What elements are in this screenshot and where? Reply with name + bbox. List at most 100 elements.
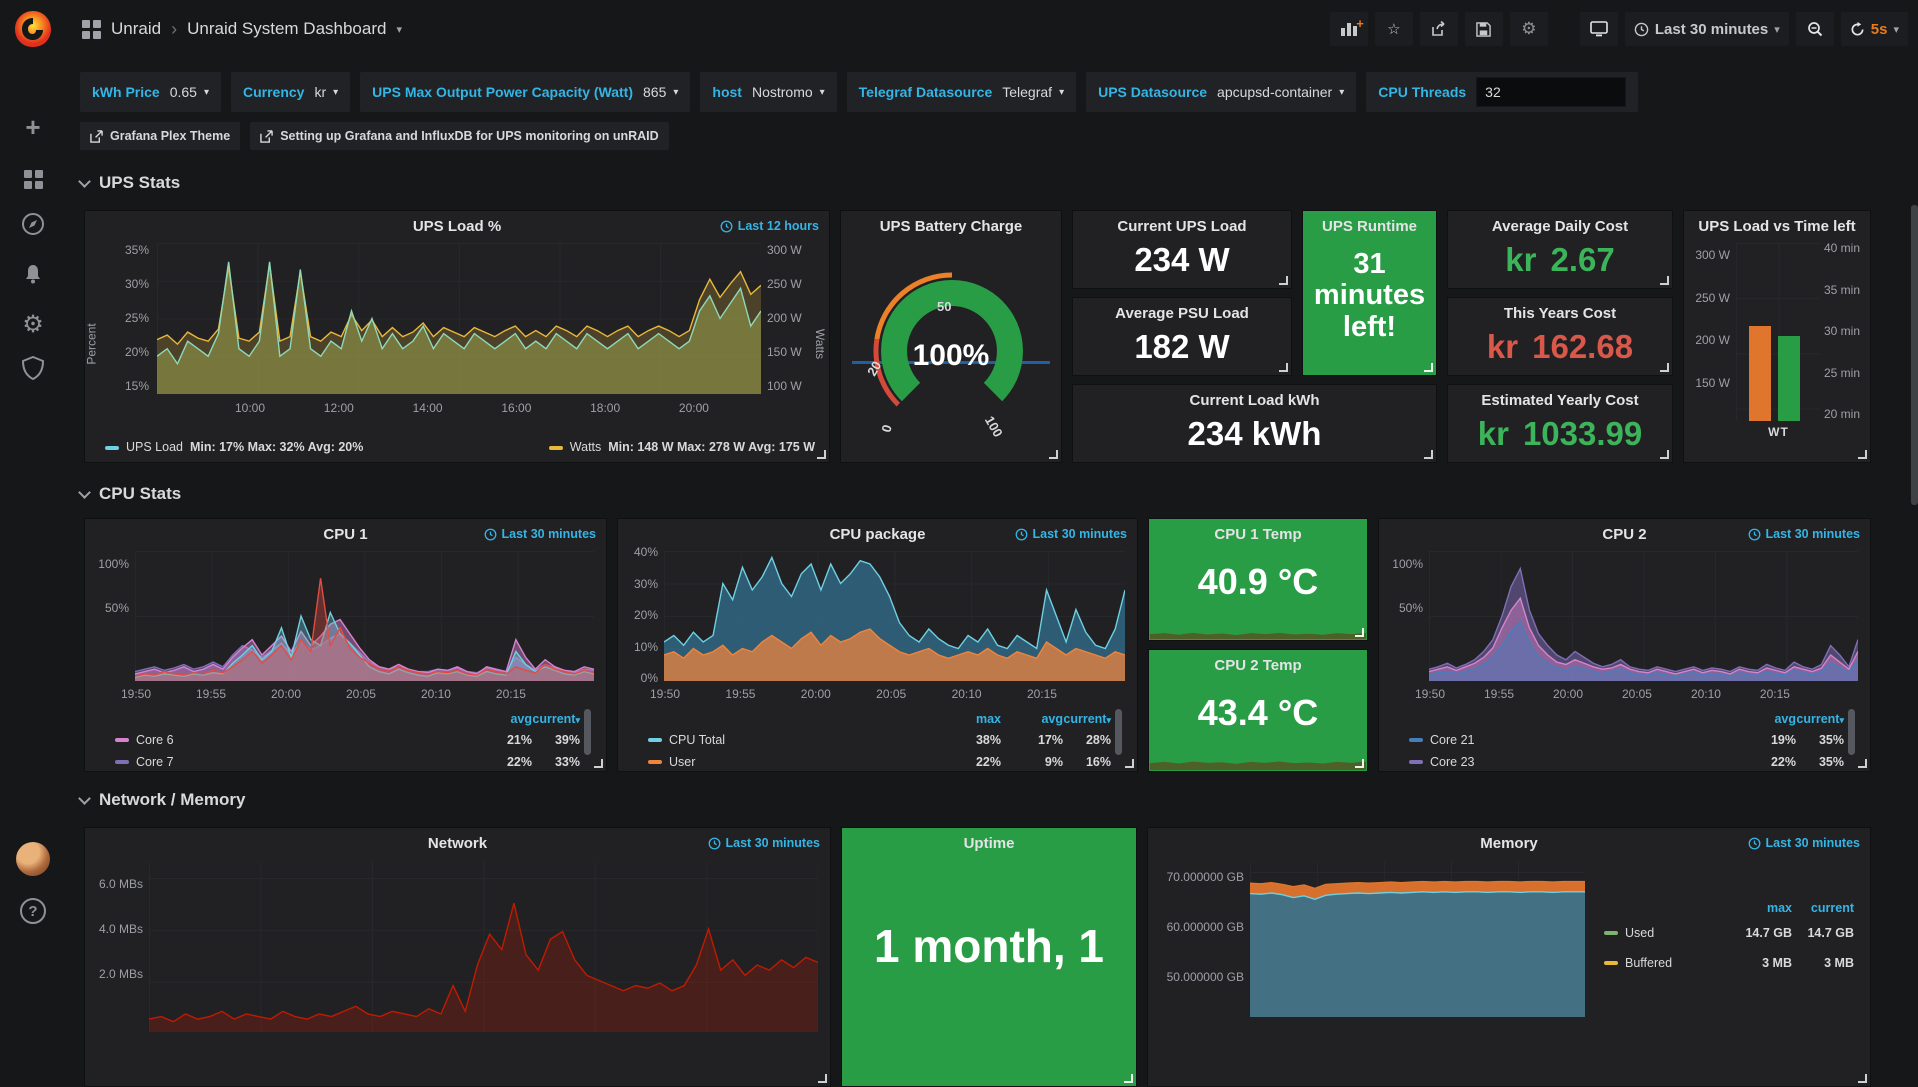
- series-color-marker: [115, 738, 129, 742]
- panel-time-override[interactable]: Last 30 minutes: [1748, 836, 1860, 850]
- ups-bar-chart[interactable]: [1736, 243, 1820, 421]
- link-ups-monitoring-guide[interactable]: Setting up Grafana and InfluxDB for UPS …: [250, 122, 668, 150]
- gauge-tick-50: 50: [937, 299, 951, 314]
- section-network-memory[interactable]: Network / Memory: [80, 790, 245, 810]
- chevron-down-icon[interactable]: ▾: [396, 23, 402, 36]
- legend-header[interactable]: max: [939, 712, 1001, 726]
- bar-T[interactable]: [1778, 336, 1800, 421]
- panel-title[interactable]: Current UPS Load: [1073, 218, 1291, 235]
- variable-value-dropdown[interactable]: Nostromo▾: [752, 84, 825, 100]
- time-range-picker[interactable]: Last 30 minutes ▾: [1625, 12, 1789, 46]
- legend-row[interactable]: CPU Total 38%17%28%: [648, 729, 1125, 751]
- refresh-button[interactable]: 5s ▾: [1841, 12, 1908, 46]
- create-plus-icon[interactable]: +: [0, 112, 66, 143]
- chevron-down-icon: [78, 175, 91, 188]
- panel-time-override[interactable]: Last 30 minutes: [708, 836, 820, 850]
- legend-scrollbar[interactable]: [584, 709, 591, 755]
- legend-headers: max current: [1604, 898, 1854, 918]
- legend-header[interactable]: current: [1792, 901, 1854, 915]
- page-scrollbar[interactable]: [1911, 205, 1918, 505]
- panel-time-override[interactable]: Last 30 minutes: [484, 527, 596, 541]
- legend-header[interactable]: avg: [470, 712, 532, 726]
- panel-ups-runtime: UPS Runtime 31 minutes left!: [1302, 210, 1437, 376]
- y-axis-ticks-left: 40%30%20%10%0%: [624, 545, 658, 685]
- panel-title[interactable]: Average Daily Cost: [1448, 218, 1672, 235]
- panel-title[interactable]: Uptime: [842, 835, 1136, 852]
- clock-icon: [1748, 837, 1761, 850]
- star-button[interactable]: ☆: [1375, 12, 1413, 46]
- user-avatar[interactable]: [0, 842, 66, 876]
- dashboards-icon[interactable]: [0, 170, 66, 189]
- network-chart[interactable]: [149, 862, 818, 1032]
- legend-row[interactable]: Core 23 22%35%: [1409, 751, 1858, 773]
- panel-cpu2: CPU 2 Last 30 minutes 100%50% 19:5019:55…: [1378, 518, 1871, 772]
- panel-title[interactable]: UPS Load vs Time left: [1684, 218, 1870, 235]
- legend-row[interactable]: User 22%9%16%: [648, 751, 1125, 773]
- save-button[interactable]: [1465, 12, 1503, 46]
- variable-value-dropdown[interactable]: Telegraf▾: [1002, 84, 1064, 100]
- panel-time-override[interactable]: Last 30 minutes: [1748, 527, 1860, 541]
- panel-title[interactable]: CPU 2 Temp: [1149, 657, 1367, 674]
- panel-title[interactable]: UPS Battery Charge: [841, 218, 1061, 235]
- legend-header[interactable]: avg: [1001, 712, 1063, 726]
- chevron-down-icon[interactable]: ▾: [1893, 23, 1899, 36]
- variable-cpu-threads: CPU Threads: [1366, 72, 1638, 112]
- clock-icon: [484, 528, 497, 541]
- bar-W[interactable]: [1749, 326, 1771, 421]
- legend-header[interactable]: max: [1730, 901, 1792, 915]
- grafana-logo[interactable]: [13, 9, 53, 49]
- variable-value-dropdown[interactable]: kr▾: [314, 84, 338, 100]
- cpu-threads-input[interactable]: [1476, 77, 1626, 107]
- variable-value-dropdown[interactable]: 0.65▾: [170, 84, 209, 100]
- panel-title[interactable]: Average PSU Load: [1073, 305, 1291, 322]
- legend-row[interactable]: Core 6 21%39%: [115, 729, 594, 751]
- section-ups-stats[interactable]: UPS Stats: [80, 173, 180, 193]
- panel-ups-battery-charge: UPS Battery Charge 50 20 0 100 100%: [840, 210, 1062, 463]
- add-panel-button[interactable]: +: [1330, 12, 1368, 46]
- legend-scrollbar[interactable]: [1848, 709, 1855, 755]
- variable-ups-datasource: UPS Datasource apcupsd-container▾: [1086, 72, 1356, 112]
- cpu-package-chart[interactable]: [664, 551, 1125, 681]
- dashboard-settings-button[interactable]: ⚙: [1510, 12, 1548, 46]
- refresh-interval-label[interactable]: 5s: [1871, 21, 1888, 38]
- panel-title[interactable]: CPU 1 Temp: [1149, 526, 1367, 543]
- section-cpu-stats[interactable]: CPU Stats: [80, 484, 181, 504]
- panel-time-override[interactable]: Last 12 hours: [720, 219, 819, 233]
- series-color-marker: [1409, 738, 1423, 742]
- help-icon[interactable]: ?: [0, 898, 66, 924]
- stat-value: 234 W: [1073, 241, 1291, 279]
- share-button[interactable]: [1420, 12, 1458, 46]
- dashboards-grid-icon[interactable]: [82, 20, 101, 39]
- explore-compass-icon[interactable]: [0, 212, 66, 236]
- panel-title[interactable]: UPS Runtime: [1303, 218, 1436, 235]
- legend-item[interactable]: UPS Load Min: 17% Max: 32% Avg: 20%: [105, 440, 363, 454]
- zoom-out-button[interactable]: [1796, 12, 1834, 46]
- panel-time-override[interactable]: Last 30 minutes: [1015, 527, 1127, 541]
- legend-row[interactable]: Buffered 3 MB3 MB: [1604, 948, 1854, 978]
- tv-mode-button[interactable]: [1580, 12, 1618, 46]
- variable-value-dropdown[interactable]: 865▾: [643, 84, 678, 100]
- variable-value-dropdown[interactable]: apcupsd-container▾: [1217, 84, 1344, 100]
- legend-item[interactable]: Watts Min: 148 W Max: 278 W Avg: 175 W: [549, 440, 815, 454]
- configuration-gear-icon[interactable]: ⚙: [0, 310, 66, 339]
- breadcrumb-page[interactable]: Unraid System Dashboard: [187, 19, 386, 39]
- panel-title[interactable]: This Years Cost: [1448, 305, 1672, 322]
- panel-title[interactable]: Current Load kWh: [1073, 392, 1436, 409]
- top-nav: Unraid › Unraid System Dashboard ▾ + ☆ ⚙…: [0, 0, 1918, 58]
- legend-row[interactable]: Used 14.7 GB14.7 GB: [1604, 918, 1854, 948]
- link-grafana-plex-theme[interactable]: Grafana Plex Theme: [80, 122, 240, 150]
- cpu2-chart[interactable]: [1429, 551, 1858, 681]
- alerting-bell-icon[interactable]: [0, 262, 66, 286]
- y-axis-ticks-left: 35%30%25%20%15%: [103, 243, 149, 393]
- legend-row[interactable]: Core 21 19%35%: [1409, 729, 1858, 751]
- legend-row[interactable]: Core 7 22%33%: [115, 751, 594, 773]
- server-admin-shield-icon[interactable]: [0, 356, 66, 380]
- panel-title[interactable]: Estimated Yearly Cost: [1448, 392, 1672, 409]
- legend-header[interactable]: avg: [1734, 712, 1796, 726]
- memory-chart[interactable]: [1250, 862, 1585, 1017]
- cpu1-chart[interactable]: [135, 551, 594, 681]
- legend-scrollbar[interactable]: [1115, 709, 1122, 755]
- panel-title[interactable]: UPS Load %: [85, 218, 829, 235]
- breadcrumb-root[interactable]: Unraid: [111, 19, 161, 39]
- ups-load-chart[interactable]: [157, 243, 761, 394]
